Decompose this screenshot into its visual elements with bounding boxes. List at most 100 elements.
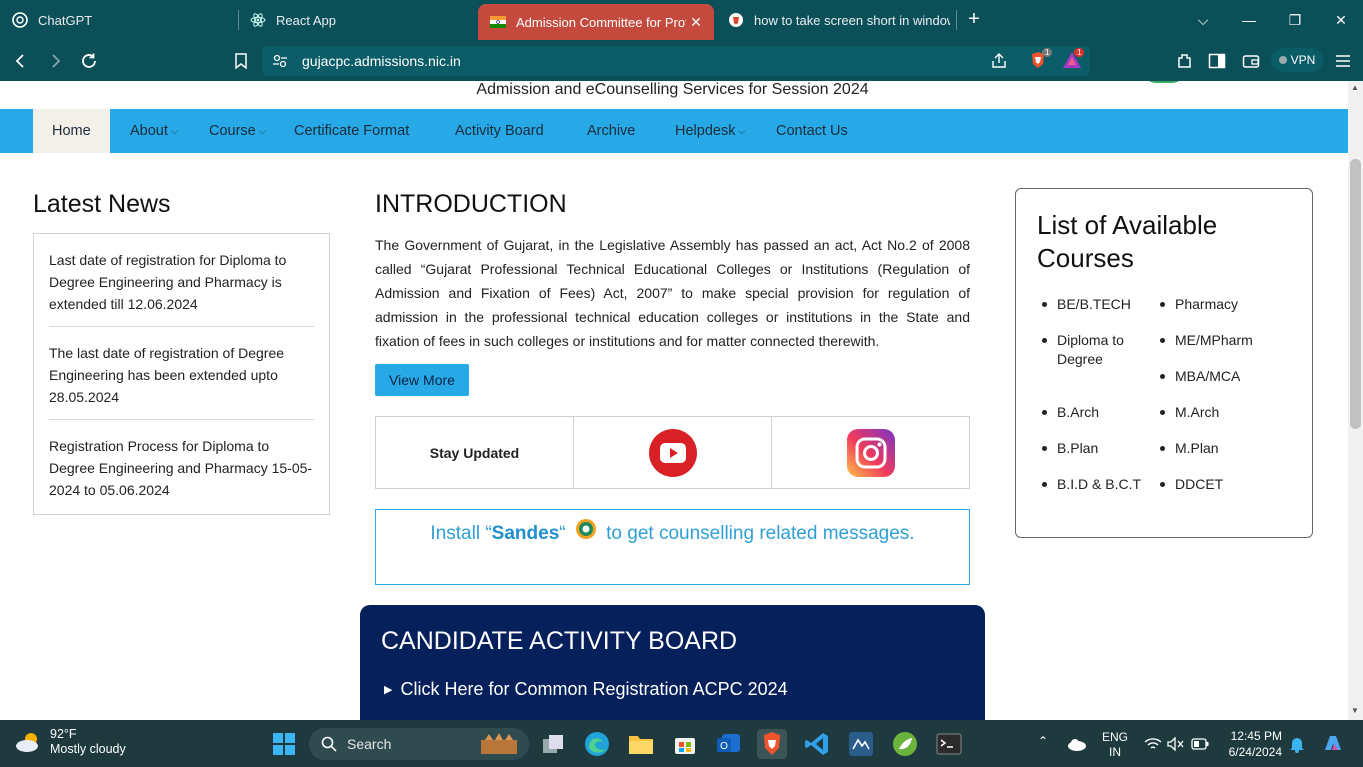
tab-title: ChatGPT: [38, 12, 93, 28]
page-subtitle: Admission and eCounselling Services for …: [476, 81, 869, 98]
page-scrollbar[interactable]: ▲ ▼: [1348, 81, 1363, 720]
notification-bell-icon[interactable]: [1282, 729, 1312, 759]
tab-title: how to take screen short in windows: [754, 12, 950, 28]
reload-icon[interactable]: [76, 48, 102, 74]
course-item[interactable]: BE/B.TECH: [1042, 295, 1131, 314]
forward-icon[interactable]: [42, 48, 68, 74]
tab-title: React App: [276, 12, 336, 28]
tab-separator: [956, 10, 957, 30]
taskbar-search[interactable]: Search: [309, 728, 529, 760]
sandes-banner: Install “Sandes“ to get counselling rela…: [375, 509, 970, 585]
share-icon[interactable]: [990, 52, 1008, 75]
nav-activity-board[interactable]: Activity Board: [455, 109, 544, 153]
tab-chatgpt[interactable]: ChatGPT: [0, 0, 238, 40]
news-item[interactable]: The last date of registration of Degree …: [49, 327, 314, 420]
nav-about[interactable]: About ⌵: [130, 109, 178, 153]
new-tab-icon[interactable]: +: [962, 8, 986, 32]
clock-time: 12:45 PM: [1230, 729, 1282, 743]
menu-icon[interactable]: [1330, 48, 1356, 74]
nav-contact-us[interactable]: Contact Us: [776, 109, 848, 153]
youtube-icon[interactable]: [648, 428, 697, 477]
sidebar-icon[interactable]: [1204, 48, 1230, 74]
back-icon[interactable]: [8, 48, 34, 74]
candidate-activity-board: CANDIDATE ACTIVITY BOARD ▶ Click Here fo…: [360, 605, 985, 720]
battery-icon[interactable]: [1185, 729, 1215, 759]
scrollbar-thumb[interactable]: [1350, 159, 1361, 429]
file-explorer-icon[interactable]: [626, 729, 656, 759]
view-more-button[interactable]: View More: [375, 364, 469, 396]
outlook-new-icon[interactable]: O: [714, 729, 744, 759]
nav-course[interactable]: Course ⌵: [209, 109, 266, 153]
vpn-status-icon: [1278, 56, 1287, 64]
vpn-button[interactable]: VPN: [1271, 48, 1323, 72]
nav-contact-label: Contact Us: [776, 123, 848, 139]
close-tab-icon[interactable]: ✕: [688, 14, 704, 30]
region-code: IN: [1109, 745, 1121, 759]
news-item[interactable]: Last date of registration for Diploma to…: [49, 234, 314, 327]
show-hidden-icons-chevron-icon[interactable]: ⌃: [1038, 734, 1048, 748]
close-window-icon[interactable]: ✕: [1318, 0, 1363, 40]
sandes-prefix: Install “: [430, 523, 492, 545]
common-registration-link[interactable]: ▶ Click Here for Common Registration ACP…: [384, 679, 788, 700]
instagram-icon[interactable]: [846, 428, 895, 477]
course-item[interactable]: DDCET: [1159, 475, 1223, 494]
course-item[interactable]: B.Plan: [1041, 439, 1098, 458]
chevron-down-icon: ⌵: [170, 125, 178, 136]
restore-icon[interactable]: ❐: [1272, 0, 1318, 40]
courses-heading: List of Available Courses: [1037, 210, 1218, 273]
mysql-workbench-icon[interactable]: [846, 729, 876, 759]
search-label: Search: [347, 736, 392, 752]
course-item[interactable]: B.Arch: [1041, 403, 1099, 422]
tab-screenshot-search[interactable]: how to take screen short in windows: [716, 0, 956, 40]
brave-taskbar-icon[interactable]: [757, 729, 787, 759]
weather-widget[interactable]: 92°F Mostly cloudy: [14, 727, 126, 757]
language-indicator[interactable]: ENG IN: [1102, 730, 1128, 760]
taskbar-clock[interactable]: 12:45 PM 6/24/2024: [1222, 728, 1282, 760]
course-item[interactable]: M.Plan: [1160, 439, 1219, 458]
copilot-icon[interactable]: [1318, 729, 1348, 759]
course-item[interactable]: B.I.D & B.C.T: [1041, 475, 1141, 494]
brave-search-icon: [728, 12, 744, 28]
scroll-down-arrow-icon[interactable]: ▼: [1351, 706, 1359, 715]
extensions-icon[interactable]: [1172, 48, 1198, 74]
wallet-icon[interactable]: [1238, 48, 1264, 74]
tab-react-app[interactable]: React App: [238, 0, 478, 40]
tab-admission-committee[interactable]: Admission Committee for Profes ✕: [478, 4, 714, 40]
youtube-link[interactable]: [574, 417, 772, 488]
address-bar[interactable]: gujacpc.admissions.nic.in 1 1: [262, 46, 1090, 76]
terminal-icon[interactable]: [934, 729, 964, 759]
introduction-text: The Government of Gujarat, in the Legisl…: [375, 237, 970, 349]
edge-icon[interactable]: [582, 729, 612, 759]
course-item[interactable]: Diploma to Degree: [1042, 331, 1147, 369]
nav-certificate-format[interactable]: Certificate Format: [294, 109, 409, 153]
vscode-icon[interactable]: [802, 729, 832, 759]
course-item[interactable]: ME/MPharm: [1160, 331, 1253, 350]
start-windows-icon[interactable]: [269, 729, 299, 759]
nav-helpdesk[interactable]: Helpdesk ⌵: [675, 109, 745, 153]
sandes-suffix: “: [559, 523, 566, 545]
tab-list-chevron-icon[interactable]: ⌵: [1180, 0, 1226, 40]
nav-archive[interactable]: Archive: [587, 109, 635, 153]
onedrive-cloud-icon[interactable]: [1062, 729, 1092, 759]
spring-tool-icon[interactable]: [890, 729, 920, 759]
course-item[interactable]: MBA/MCA: [1159, 367, 1240, 386]
bookmark-icon[interactable]: [228, 48, 254, 74]
sandes-app-icon: [575, 518, 597, 550]
course-item[interactable]: M.Arch: [1159, 403, 1219, 422]
caret-right-icon: ▶: [384, 684, 393, 696]
stay-updated-cell: Stay Updated: [376, 417, 574, 488]
nav-certificate-label: Certificate Format: [294, 123, 410, 139]
browser-tab-strip: ChatGPT React App Admission Committee fo…: [0, 0, 1363, 40]
microsoft-store-icon[interactable]: [670, 729, 700, 759]
news-item[interactable]: Registration Process for Diploma to Degr…: [49, 420, 314, 512]
url-text[interactable]: gujacpc.admissions.nic.in: [302, 53, 461, 69]
minimize-icon[interactable]: —: [1226, 0, 1272, 40]
task-view-icon[interactable]: [538, 729, 568, 759]
nav-home[interactable]: Home: [33, 109, 110, 153]
stay-updated-panel: Stay Updated: [375, 416, 970, 489]
sandes-name[interactable]: Sandes: [492, 523, 560, 544]
scroll-up-arrow-icon[interactable]: ▲: [1351, 83, 1359, 92]
instagram-link[interactable]: [772, 417, 969, 488]
course-item[interactable]: Pharmacy: [1159, 295, 1238, 314]
site-settings-icon[interactable]: [272, 53, 288, 74]
